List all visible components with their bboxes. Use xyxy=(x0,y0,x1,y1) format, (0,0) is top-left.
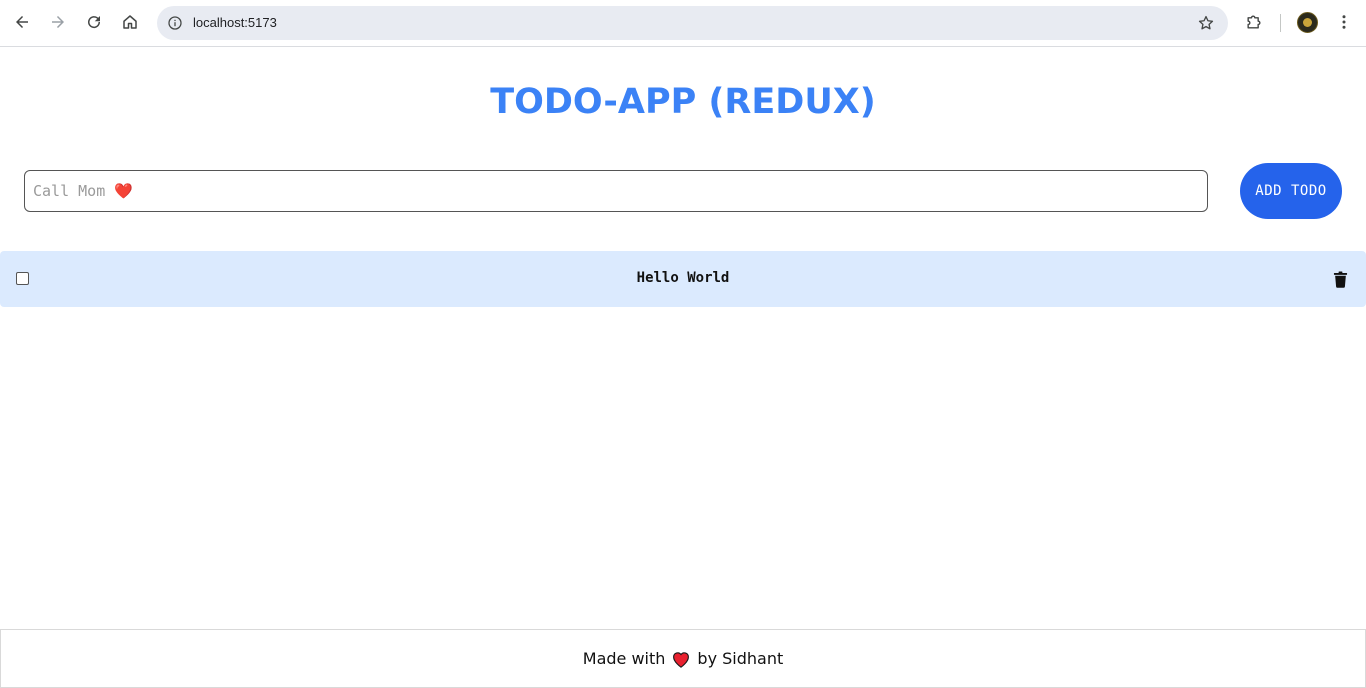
page-title: TODO-APP (REDUX) xyxy=(490,82,876,122)
footer-prefix: Made with xyxy=(582,649,666,668)
address-bar[interactable]: localhost:5173 xyxy=(157,6,1228,40)
avatar[interactable] xyxy=(1297,12,1318,33)
todo-item xyxy=(0,251,1366,307)
heart-icon xyxy=(673,651,690,668)
todo-checkbox[interactable] xyxy=(16,272,29,285)
footer: Made with by Sidhant xyxy=(0,629,1366,688)
reload-icon[interactable] xyxy=(79,7,109,37)
toolbar-divider xyxy=(1280,14,1281,32)
puzzle-icon[interactable] xyxy=(1242,10,1266,34)
info-icon[interactable] xyxy=(165,13,185,33)
forward-arrow-icon[interactable] xyxy=(43,7,73,37)
trash-icon[interactable] xyxy=(1331,269,1349,289)
url-text: localhost:5173 xyxy=(193,15,277,30)
back-arrow-icon[interactable] xyxy=(7,7,37,37)
footer-suffix: by Sidhant xyxy=(697,649,784,668)
kebab-menu-icon[interactable] xyxy=(1332,10,1356,34)
star-icon[interactable] xyxy=(1196,13,1216,33)
browser-toolbar: localhost:5173 xyxy=(0,0,1366,47)
add-todo-button[interactable]: ADD TODO xyxy=(1240,163,1342,219)
home-icon[interactable] xyxy=(115,7,145,37)
todo-input[interactable] xyxy=(24,170,1208,212)
